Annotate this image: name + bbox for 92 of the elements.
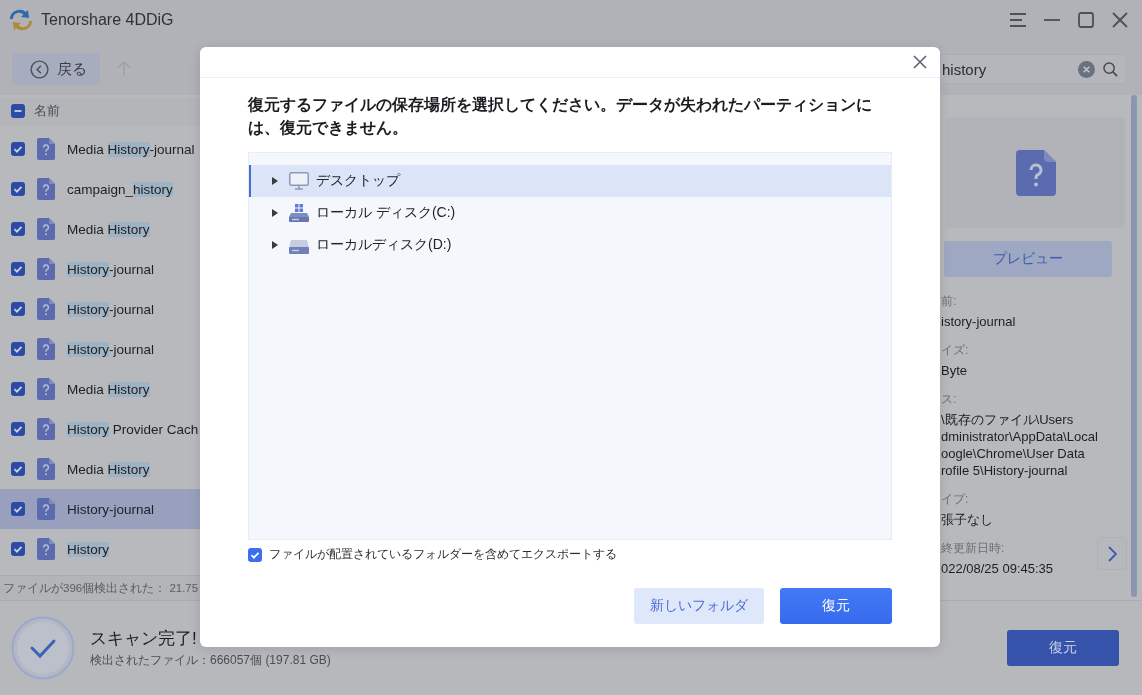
- restore-button[interactable]: 復元: [780, 588, 892, 624]
- unknown-file-icon: [37, 178, 55, 200]
- detail-label: イズ:: [941, 342, 969, 359]
- checkbox[interactable]: [11, 302, 25, 316]
- checkbox[interactable]: [248, 547, 262, 562]
- checkbox[interactable]: [11, 262, 25, 276]
- detail-value: 022/08/25 09:45:35: [941, 560, 1054, 577]
- file-name: History Provider Cach: [67, 421, 199, 437]
- checkbox[interactable]: [11, 462, 25, 476]
- tree-item[interactable]: ローカルディスク(D:): [249, 229, 891, 261]
- checkbox[interactable]: [11, 142, 25, 156]
- checkbox[interactable]: [11, 422, 25, 436]
- close-icon[interactable]: [1112, 12, 1128, 28]
- file-name: History-journal: [67, 501, 155, 517]
- detail-label: 前:: [941, 293, 957, 310]
- unknown-file-icon: [37, 218, 55, 240]
- file-row[interactable]: Media History: [0, 209, 200, 249]
- file-row[interactable]: campaign_history: [0, 169, 200, 209]
- clear-icon[interactable]: [1078, 61, 1095, 78]
- scan-status-title: スキャン完了!: [90, 627, 197, 650]
- file-row[interactable]: History-journal: [0, 289, 200, 329]
- file-row[interactable]: History-journal: [0, 489, 200, 529]
- file-row[interactable]: History Provider Cach: [0, 409, 200, 449]
- unknown-file-icon: [37, 418, 55, 440]
- check-circle-icon: [11, 616, 75, 680]
- file-name: History-journal: [67, 261, 155, 277]
- checkbox[interactable]: [11, 342, 25, 356]
- detail-value: istory-journal: [941, 313, 1016, 330]
- search-field[interactable]: history: [941, 54, 1127, 84]
- caret-icon[interactable]: [272, 177, 278, 185]
- checkbox-label: ファイルが配置されているフォルダーを含めてエクスポートする: [269, 546, 617, 563]
- detail-value: dministrator\AppData\Local: [941, 428, 1098, 445]
- close-icon[interactable]: [913, 55, 927, 69]
- logo-icon: [8, 7, 34, 33]
- file-name: History: [67, 541, 109, 557]
- file-name: campaign_history: [67, 181, 173, 197]
- detail-label: 終更新日時:: [941, 540, 1005, 557]
- status-text: ファイルが396個検出された： 21.75: [0, 575, 200, 600]
- unknown-file-icon: [37, 258, 55, 280]
- file-row[interactable]: History-journal: [0, 329, 200, 369]
- maximize-icon[interactable]: [1078, 12, 1094, 28]
- column-header[interactable]: 名前: [34, 102, 60, 120]
- tree-item[interactable]: ローカル ディスク(C:): [249, 197, 891, 229]
- detail-value: 張子なし: [941, 511, 993, 528]
- window-title: Tenorshare 4DDiG: [41, 11, 174, 29]
- file-row[interactable]: History: [0, 529, 200, 569]
- file-name: Media History: [67, 221, 150, 237]
- file-row[interactable]: Media History: [0, 449, 200, 489]
- unknown-file-icon: [37, 498, 55, 520]
- search-icon[interactable]: [1103, 62, 1118, 77]
- caret-icon[interactable]: [272, 209, 278, 217]
- dialog-title: 復元するファイルの保存場所を選択してください。データが失われたパーティションには、復元できません。: [248, 95, 873, 138]
- file-name: Media History: [67, 461, 150, 477]
- file-name: History-journal: [67, 301, 155, 317]
- detail-label: ス:: [941, 391, 957, 408]
- file-name: Media History: [67, 381, 150, 397]
- unknown-file-icon: [37, 458, 55, 480]
- caret-icon[interactable]: [272, 241, 278, 249]
- unknown-file-icon: [37, 538, 55, 560]
- drive-icon: [289, 204, 309, 222]
- scrollbar[interactable]: [1131, 95, 1137, 597]
- chevron-right-icon: [1107, 545, 1117, 562]
- next-button[interactable]: [1097, 537, 1127, 570]
- file-row[interactable]: Media History-journal: [0, 129, 200, 169]
- recover-button[interactable]: 復元: [1007, 630, 1119, 666]
- unknown-file-icon: [1015, 149, 1056, 196]
- file-row[interactable]: History-journal: [0, 249, 200, 289]
- back-button[interactable]: 戻る: [12, 53, 100, 85]
- monitor-icon: [289, 172, 309, 190]
- chevron-left-circle-icon: [30, 59, 49, 79]
- detail-label: イプ:: [941, 491, 969, 508]
- new-folder-button[interactable]: 新しいフォルダ: [634, 588, 764, 624]
- file-name: Media History-journal: [67, 141, 195, 157]
- checkbox[interactable]: [11, 222, 25, 236]
- scan-summary: 検出されたファイル：666057個 (197.81 GB): [90, 651, 331, 669]
- detail-value: rofile 5\History-journal: [941, 462, 1068, 479]
- checkbox[interactable]: [11, 502, 25, 516]
- detail-value: Byte: [941, 362, 967, 379]
- checkbox[interactable]: [11, 182, 25, 196]
- checkbox[interactable]: [11, 382, 25, 396]
- unknown-file-icon: [37, 338, 55, 360]
- checkbox[interactable]: [11, 542, 25, 556]
- detail-value: oogle\Chrome\User Data: [941, 445, 1085, 462]
- tree-item[interactable]: デスクトップ: [249, 165, 891, 197]
- unknown-file-icon: [37, 378, 55, 400]
- menu-icon[interactable]: [1010, 13, 1026, 27]
- file-row[interactable]: Media History: [0, 369, 200, 409]
- unknown-file-icon: [37, 138, 55, 160]
- file-name: History-journal: [67, 341, 155, 357]
- unknown-file-icon: [37, 298, 55, 320]
- detail-value: \既存のファイル\Users: [941, 411, 1074, 428]
- checkbox[interactable]: [11, 104, 25, 118]
